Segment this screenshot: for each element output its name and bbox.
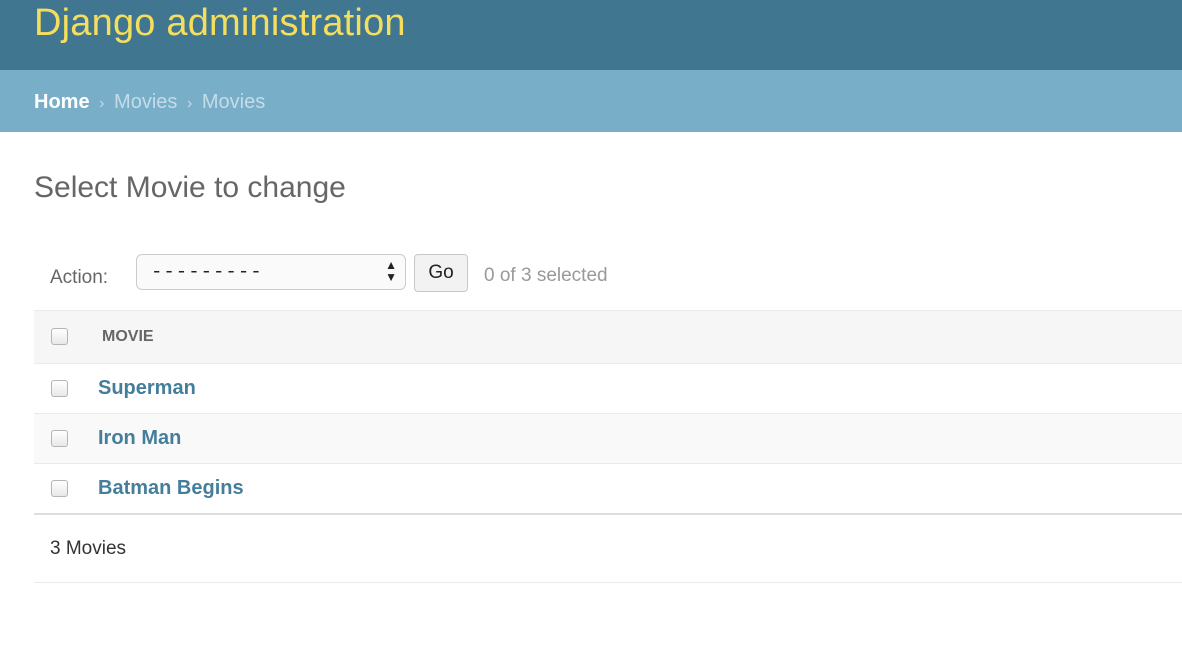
breadcrumb-separator: ›: [99, 95, 105, 112]
table-row: Iron Man: [34, 413, 1182, 464]
action-label: Action:: [50, 267, 109, 288]
select-all-checkbox[interactable]: [51, 328, 68, 346]
breadcrumb: Home › Movies › Movies: [0, 70, 1182, 132]
select-arrows-icon: ▲ ▼: [385, 258, 397, 284]
site-name-link[interactable]: Django administration: [34, 1, 406, 45]
breadcrumb-current: Movies: [201, 91, 266, 113]
table-row: Superman: [34, 363, 1182, 414]
header-bar: Django administration: [0, 0, 1182, 70]
row-checkbox[interactable]: [51, 429, 68, 447]
movie-link[interactable]: Superman: [98, 377, 196, 399]
row-checkbox[interactable]: [51, 379, 68, 397]
table-header-row: MOVIE: [34, 310, 1182, 364]
breadcrumb-app-link[interactable]: Movies: [114, 91, 177, 113]
column-header-movie: MOVIE: [98, 310, 1182, 364]
main-content: Select Movie to change Action: ---------…: [0, 132, 1182, 583]
paginator: 3 Movies: [34, 515, 1182, 583]
breadcrumb-home-link[interactable]: Home: [34, 91, 90, 113]
movie-link[interactable]: Batman Begins: [98, 477, 244, 499]
row-checkbox[interactable]: [51, 479, 68, 497]
movie-link[interactable]: Iron Man: [98, 427, 181, 449]
table-row: Batman Begins: [34, 463, 1182, 515]
selection-counter: 0 of 3 selected: [484, 265, 608, 286]
action-select[interactable]: --------- ▲ ▼: [136, 254, 406, 290]
page-title: Select Movie to change: [34, 171, 346, 204]
breadcrumb-separator: ›: [186, 95, 193, 112]
actions-bar: Action: --------- ▲ ▼ Go 0 of 3 selected: [34, 254, 1182, 306]
action-select-value: ---------: [151, 261, 263, 283]
column-header-movie-label[interactable]: MOVIE: [98, 328, 154, 345]
select-all-cell: [34, 310, 98, 364]
results-table: MOVIE Superman Iron Man Batman Begins: [34, 310, 1182, 515]
go-button[interactable]: Go: [414, 254, 468, 292]
